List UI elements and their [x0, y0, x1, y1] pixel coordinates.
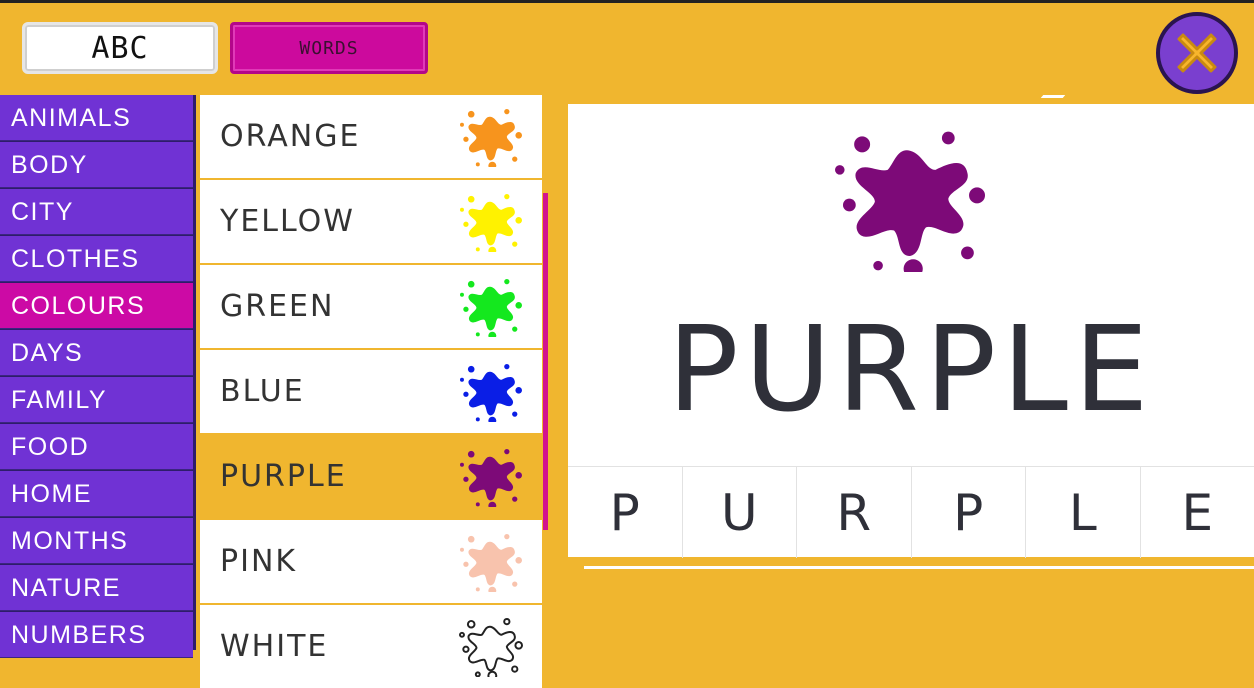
word-item-blue[interactable]: BLUE [200, 350, 542, 433]
letter-tile[interactable]: R [797, 467, 912, 558]
word-label: ORANGE [220, 95, 360, 178]
category-label: MONTHS [11, 527, 128, 555]
word-label: PINK [220, 520, 297, 603]
category-item-months[interactable]: MONTHS [0, 518, 193, 564]
category-item-food[interactable]: FOOD [0, 424, 193, 470]
top-border [0, 0, 1254, 3]
white-paint-splat-icon [458, 615, 524, 677]
category-item-numbers[interactable]: NUMBERS [0, 612, 193, 658]
category-item-home[interactable]: HOME [0, 471, 193, 517]
word-label: BLUE [220, 350, 305, 433]
letter-tile[interactable]: P [912, 467, 1027, 558]
category-label: ANIMALS [11, 104, 131, 132]
category-item-animals[interactable]: ANIMALS [0, 95, 193, 141]
letter-tiles: PURPLE [568, 466, 1254, 558]
blue-paint-splat-icon [458, 360, 524, 422]
word-item-pink[interactable]: PINK [200, 520, 542, 603]
category-sidebar: ANIMALS BODY CITY CLOTHES COLOURS DAYS FAMILY F… [0, 95, 196, 650]
category-label: NUMBERS [11, 621, 147, 649]
word-list: ORANGE YELLOW GREEN BLUE PURPLE PINK WHI… [200, 95, 542, 650]
word-label: WHITE [220, 605, 328, 688]
category-item-city[interactable]: CITY [0, 189, 193, 235]
purple-paint-splat-icon [458, 445, 524, 507]
orange-paint-splat-icon [458, 105, 524, 167]
category-label: FAMILY [11, 386, 107, 414]
category-label: DAYS [11, 339, 83, 367]
category-label: BODY [11, 151, 88, 179]
words-mode-label: WORDS [299, 38, 358, 59]
letter-tile[interactable]: P [568, 467, 683, 558]
category-label: FOOD [11, 433, 89, 461]
letter-tile[interactable]: U [683, 467, 798, 558]
word-item-purple[interactable]: PURPLE [200, 435, 542, 518]
word-item-green[interactable]: GREEN [200, 265, 542, 348]
category-item-days[interactable]: DAYS [0, 330, 193, 376]
word-list-scrollbar[interactable] [543, 193, 548, 530]
green-paint-splat-icon [458, 275, 524, 337]
abc-mode-button[interactable]: ABC [22, 22, 218, 74]
words-mode-button[interactable]: WORDS [230, 22, 428, 74]
abc-mode-label: ABC [91, 31, 148, 66]
category-label: HOME [11, 480, 92, 508]
category-item-nature[interactable]: NATURE [0, 565, 193, 611]
close-button[interactable] [1156, 12, 1238, 94]
category-item-body[interactable]: BODY [0, 142, 193, 188]
category-label: COLOURS [11, 292, 145, 320]
letter-tile[interactable]: L [1026, 467, 1141, 558]
letter-tile[interactable]: E [1141, 467, 1254, 558]
category-item-clothes[interactable]: CLOTHES [0, 236, 193, 282]
close-icon [1169, 25, 1225, 81]
card-bottom-decoration [584, 566, 1254, 569]
word-item-white[interactable]: WHITE [200, 605, 542, 688]
word-label: GREEN [220, 265, 334, 348]
word-label: YELLOW [220, 180, 355, 263]
category-item-family[interactable]: FAMILY [0, 377, 193, 423]
yellow-paint-splat-icon [458, 190, 524, 252]
word-label: PURPLE [220, 435, 347, 518]
card-top-decoration [1041, 95, 1066, 98]
word-item-yellow[interactable]: YELLOW [200, 180, 542, 263]
purple-paint-splat-icon [830, 122, 990, 272]
word-item-orange[interactable]: ORANGE [200, 95, 542, 178]
pink-paint-splat-icon [458, 530, 524, 592]
category-label: NATURE [11, 574, 121, 602]
word-detail-card: PURPLE PURPLE [568, 104, 1254, 557]
category-label: CITY [11, 198, 74, 226]
detail-word: PURPLE [568, 304, 1254, 434]
category-label: CLOTHES [11, 245, 140, 273]
category-item-colours[interactable]: COLOURS [0, 283, 193, 329]
